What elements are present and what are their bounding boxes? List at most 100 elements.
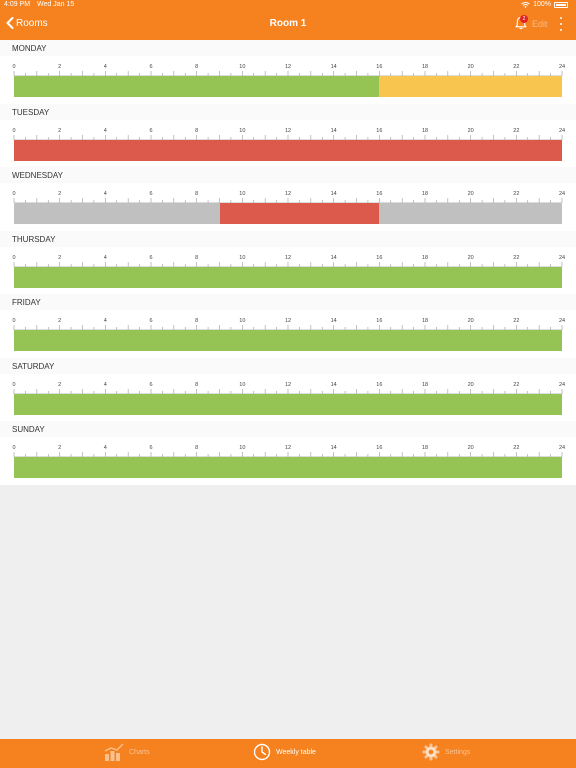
edit-button[interactable]: Edit — [532, 19, 548, 29]
axis-tick-label: 8 — [195, 318, 198, 324]
axis-tick-label: 0 — [12, 191, 15, 197]
chevron-left-icon — [6, 17, 14, 29]
day-row-wednesday: WEDNESDAY 0 2 4 6 8 10 12 14 16 18 20 22 24 — [0, 167, 576, 230]
axis-tick-label: 24 — [559, 445, 565, 451]
axis-tick-label: 8 — [195, 128, 198, 134]
bar-chart-icon — [104, 743, 124, 761]
day-row-monday: MONDAY 0 2 4 6 8 10 12 14 16 18 20 22 24 — [0, 40, 576, 103]
axis-tick-label: 12 — [285, 445, 291, 451]
axis-tick-label: 22 — [513, 382, 519, 388]
tab-bar: Charts Weekly table Settings — [0, 739, 576, 768]
axis-tick-label: 6 — [149, 191, 152, 197]
schedule-segment-green[interactable] — [14, 393, 562, 415]
tab-weekly-table[interactable]: Weekly table — [253, 743, 316, 761]
axis-tick-label: 14 — [331, 445, 337, 451]
schedule-segment-green[interactable] — [14, 330, 562, 351]
axis-tick-label: 10 — [239, 128, 245, 134]
more-options-icon[interactable] — [559, 17, 563, 31]
battery-icon — [554, 1, 568, 8]
tab-settings[interactable]: Settings — [422, 743, 470, 761]
axis-tick-label: 10 — [239, 64, 245, 70]
axis-tick-label: 16 — [376, 64, 382, 70]
schedule-segment-green[interactable] — [14, 76, 380, 97]
axis-tick-label: 4 — [104, 318, 107, 324]
day-name: MONDAY — [12, 44, 47, 53]
schedule-segment-gray[interactable] — [14, 203, 220, 224]
axis-tick-label: 2 — [58, 255, 61, 261]
axis-tick-label: 4 — [104, 128, 107, 134]
back-button[interactable]: Rooms — [6, 17, 48, 29]
axis-tick-label: 22 — [513, 128, 519, 134]
tab-label: Settings — [445, 748, 471, 756]
axis-tick-label: 12 — [285, 128, 291, 134]
battery-percent: 100% — [533, 1, 551, 8]
day-header — [0, 357, 576, 374]
axis-tick-label: 8 — [195, 255, 198, 261]
axis-tick-label: 18 — [422, 64, 428, 70]
schedule-bar — [14, 203, 562, 224]
axis-tick-label: 24 — [559, 64, 565, 70]
time-axis: 0 2 4 6 8 10 12 14 16 18 20 22 24 — [12, 255, 565, 267]
axis-tick-label: 14 — [331, 318, 337, 324]
gear-icon — [422, 743, 440, 761]
axis-tick-label: 0 — [12, 445, 15, 451]
day-row-saturday: SATURDAY 0 2 4 6 8 10 12 14 16 18 20 22 24 — [0, 357, 576, 421]
axis-tick-label: 20 — [468, 128, 474, 134]
axis-tick-label: 22 — [513, 191, 519, 197]
day-header — [0, 40, 576, 56]
axis-tick-label: 6 — [149, 128, 152, 134]
schedule-bar — [14, 457, 562, 478]
axis-tick-label: 18 — [422, 382, 428, 388]
axis-tick-label: 16 — [376, 255, 382, 261]
back-label: Rooms — [16, 17, 48, 29]
page-title: Room 1 — [269, 18, 307, 29]
axis-tick-label: 20 — [468, 445, 474, 451]
axis-tick-label: 24 — [559, 382, 565, 388]
axis-tick-label: 6 — [149, 318, 152, 324]
axis-tick-label: 22 — [513, 255, 519, 261]
axis-tick-label: 18 — [422, 255, 428, 261]
time-axis: 0 2 4 6 8 10 12 14 16 18 20 22 24 — [12, 191, 565, 203]
axis-tick-label: 2 — [58, 128, 61, 134]
axis-tick-label: 24 — [559, 128, 565, 134]
axis-tick-label: 22 — [513, 64, 519, 70]
schedule-bar — [14, 139, 562, 161]
weekly-schedule: MONDAY 0 2 4 6 8 10 12 14 16 18 20 22 24 TUESDAY 0 2 4 6 8 1… — [0, 40, 576, 485]
day-row-friday: FRIDAY 0 2 4 6 8 10 12 14 16 18 20 22 24 — [0, 294, 576, 357]
axis-tick-label: 8 — [195, 382, 198, 388]
axis-tick-label: 20 — [468, 64, 474, 70]
schedule-segment-green[interactable] — [14, 266, 562, 288]
time-axis: 0 2 4 6 8 10 12 14 16 18 20 22 24 — [12, 318, 565, 330]
status-indicators: 100% — [521, 1, 568, 8]
time-axis: 0 2 4 6 8 10 12 14 16 18 20 22 24 — [12, 128, 565, 140]
schedule-segment-green[interactable] — [14, 457, 562, 478]
day-row-sunday: SUNDAY 0 2 4 6 8 10 12 14 16 18 20 22 24 — [0, 421, 576, 484]
axis-tick-label: 6 — [149, 445, 152, 451]
axis-tick-label: 14 — [331, 128, 337, 134]
axis-tick-label: 12 — [285, 191, 291, 197]
schedule-segment-red[interactable] — [14, 139, 562, 161]
axis-tick-label: 10 — [239, 255, 245, 261]
day-header — [0, 294, 576, 310]
time-axis: 0 2 4 6 8 10 12 14 16 18 20 22 24 — [12, 64, 565, 76]
axis-tick-label: 0 — [12, 64, 15, 70]
axis-tick-label: 22 — [513, 445, 519, 451]
schedule-segment-yellow[interactable] — [379, 76, 562, 97]
schedule-bar — [14, 76, 562, 97]
schedule-segment-gray[interactable] — [379, 203, 562, 224]
axis-tick-label: 0 — [12, 128, 15, 134]
day-name: THURSDAY — [12, 234, 56, 244]
axis-tick-label: 24 — [559, 318, 565, 324]
axis-tick-label: 2 — [58, 318, 61, 324]
schedule-segment-red[interactable] — [219, 203, 380, 224]
tab-label: Charts — [129, 748, 150, 756]
day-name: FRIDAY — [12, 298, 41, 307]
axis-tick-label: 4 — [104, 64, 107, 70]
axis-tick-label: 4 — [104, 382, 107, 388]
day-row-tuesday: TUESDAY 0 2 4 6 8 10 12 14 16 18 20 22 24 — [0, 103, 576, 167]
axis-tick-label: 4 — [104, 191, 107, 197]
tab-charts[interactable]: Charts — [104, 743, 150, 761]
axis-tick-label: 12 — [285, 64, 291, 70]
axis-tick-label: 6 — [149, 382, 152, 388]
schedule-bar — [14, 266, 562, 288]
